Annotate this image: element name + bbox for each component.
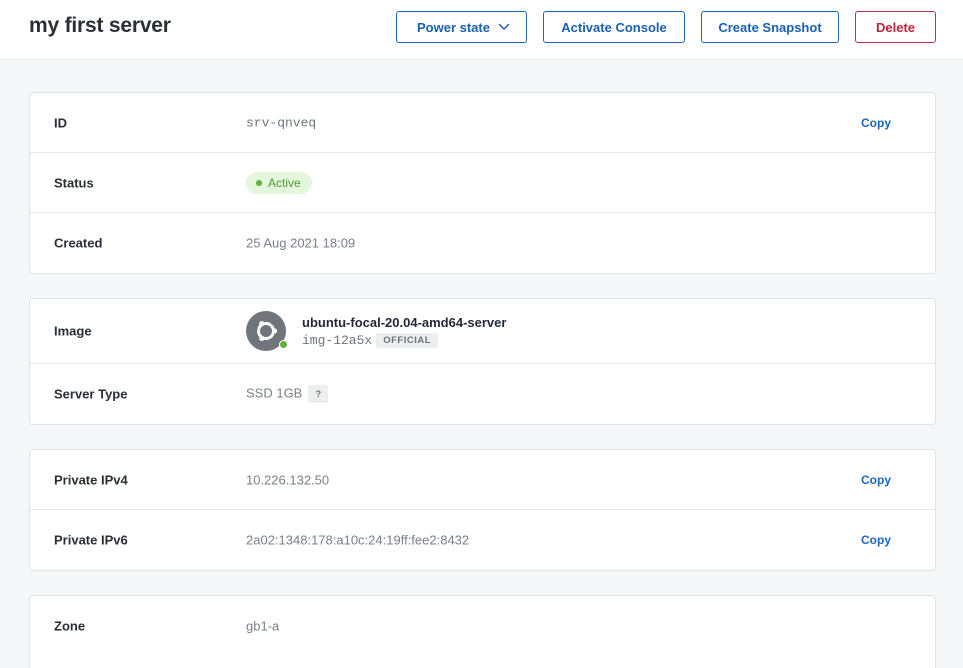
id-value: srv-qnveq — [246, 115, 317, 130]
detail-row-id: ID srv-qnveq Copy — [30, 93, 935, 153]
online-status-icon — [279, 340, 288, 349]
server-details-card: ID srv-qnveq Copy Status Active Created … — [29, 92, 936, 274]
status-dot-icon — [256, 179, 262, 186]
zone-card: Zone gb1-a — [29, 595, 936, 668]
page-title: my first server — [29, 14, 171, 37]
detail-row-server-type: Server Type SSD 1GB? — [30, 364, 935, 424]
detail-row-ipv6: Private IPv6 2a02:1348:178:a10c:24:19ff:… — [30, 510, 935, 570]
created-value: 25 Aug 2021 18:09 — [246, 235, 356, 251]
ipv6-label: Private IPv6 — [54, 532, 128, 548]
image-info: ubuntu-focal-20.04-amd64-server img-12a5… — [246, 311, 506, 351]
ubuntu-logo-icon — [246, 311, 288, 351]
copy-ipv6-button[interactable]: Copy — [861, 533, 891, 547]
detail-row-created: Created 25 Aug 2021 18:09 — [30, 213, 935, 273]
status-value: Active — [246, 171, 312, 194]
copy-id-button[interactable]: Copy — [861, 116, 891, 130]
image-label: Image — [54, 323, 92, 339]
created-label: Created — [54, 235, 103, 251]
id-label: ID — [54, 115, 67, 130]
help-icon[interactable]: ? — [308, 385, 329, 403]
official-badge: OFFICIAL — [376, 333, 439, 348]
server-type-text: SSD 1GB — [246, 385, 303, 401]
ipv6-value: 2a02:1348:178:a10c:24:19ff:fee2:8432 — [246, 532, 470, 548]
detail-row-image: Image ubuntu-focal-20.04-amd64-server im… — [30, 299, 935, 364]
page-header: my first server Power state Activate Con… — [0, 0, 963, 60]
copy-ipv4-button[interactable]: Copy — [861, 473, 891, 487]
server-type-value: SSD 1GB? — [246, 385, 329, 403]
status-text: Active — [268, 175, 301, 190]
detail-row-ipv4: Private IPv4 10.226.132.50 Copy — [30, 450, 935, 510]
status-badge: Active — [246, 171, 312, 194]
image-meta: img-12a5x OFFICIAL — [302, 333, 506, 348]
image-name: ubuntu-focal-20.04-amd64-server — [302, 315, 507, 330]
zone-label: Zone — [54, 618, 86, 634]
detail-row-zone: Zone gb1-a — [30, 596, 935, 656]
detail-row-status: Status Active — [30, 153, 935, 213]
delete-button[interactable]: Delete — [855, 11, 936, 43]
power-state-label: Power state — [417, 19, 490, 35]
create-snapshot-button[interactable]: Create Snapshot — [701, 11, 839, 43]
status-label: Status — [54, 175, 94, 190]
image-details-card: Image ubuntu-focal-20.04-amd64-server im… — [29, 298, 936, 425]
server-type-label: Server Type — [54, 386, 128, 402]
image-id: img-12a5x — [302, 333, 373, 348]
image-text: ubuntu-focal-20.04-amd64-server img-12a5… — [302, 314, 506, 348]
ipv4-label: Private IPv4 — [54, 472, 128, 487]
network-card: Private IPv4 10.226.132.50 Copy Private … — [29, 449, 936, 571]
zone-value: gb1-a — [246, 618, 280, 634]
power-state-button[interactable]: Power state — [396, 11, 527, 43]
activate-console-button[interactable]: Activate Console — [543, 11, 685, 43]
chevron-down-icon — [498, 23, 510, 30]
ipv4-value: 10.226.132.50 — [246, 472, 330, 487]
